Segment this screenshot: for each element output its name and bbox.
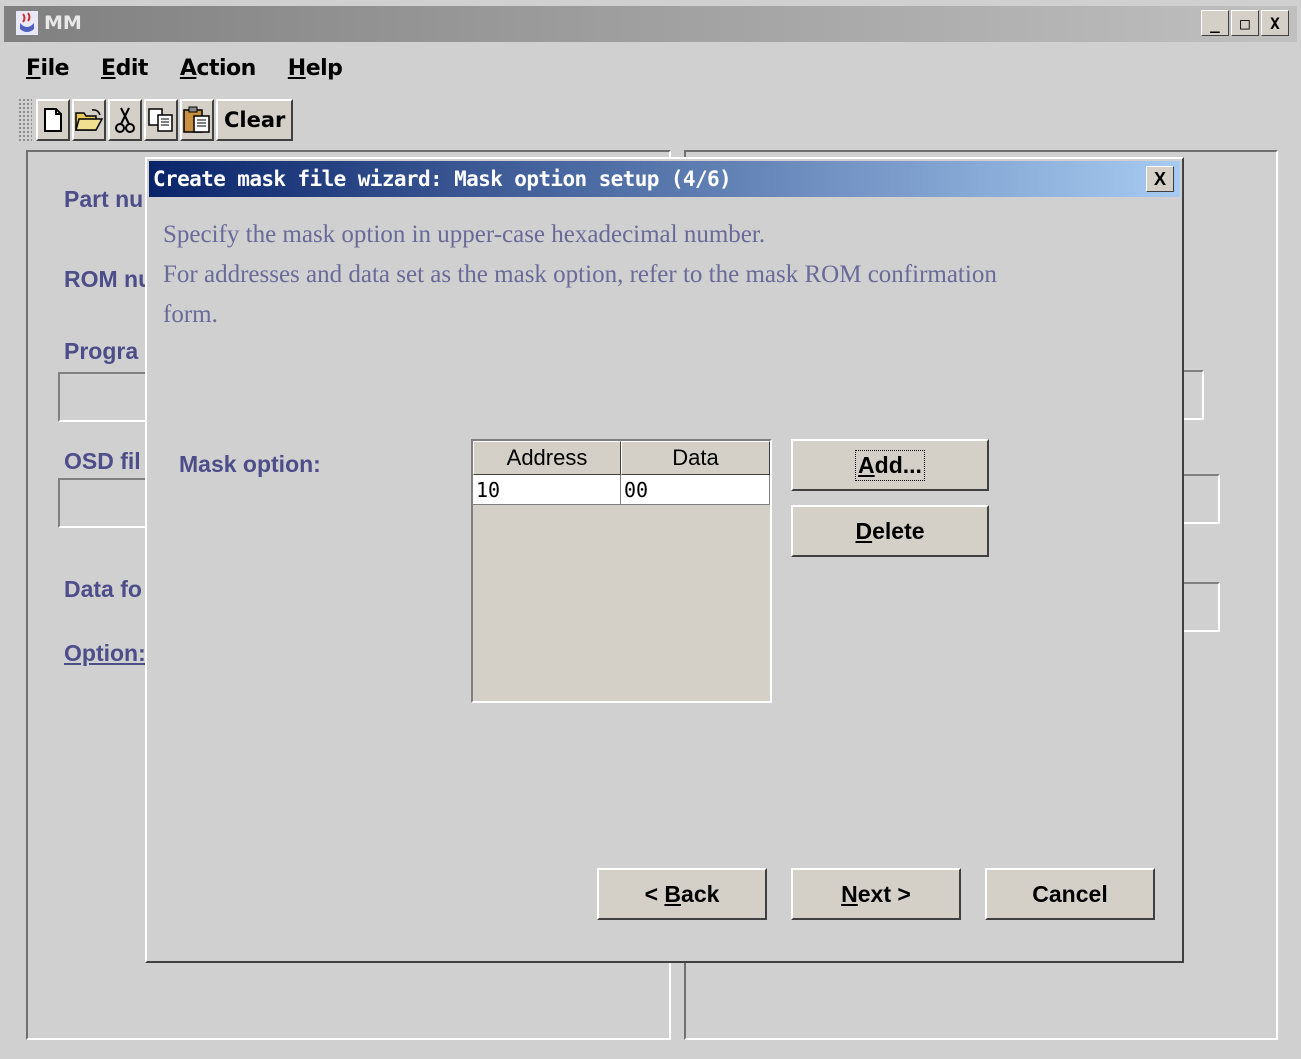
- cancel-button[interactable]: Cancel: [985, 868, 1155, 920]
- mask-option-table[interactable]: Address Data 10 00: [471, 439, 772, 703]
- data-format-label: Data fo: [64, 576, 142, 602]
- program-field[interactable]: [58, 372, 148, 422]
- menu-action[interactable]: Action: [180, 52, 256, 88]
- part-number-label: Part nu: [64, 186, 144, 212]
- new-file-button[interactable]: [36, 99, 70, 141]
- table-row[interactable]: 10 00: [473, 475, 770, 505]
- rom-number-label: ROM nu: [64, 266, 153, 292]
- description-line-3: form.: [163, 301, 218, 328]
- toolbar-grip[interactable]: [18, 98, 32, 142]
- osd-file-field[interactable]: [58, 478, 148, 528]
- window-title: MM: [44, 12, 82, 34]
- dialog-title: Create mask file wizard: Mask option set…: [153, 167, 732, 191]
- menu-edit[interactable]: Edit: [101, 52, 148, 88]
- main-window: MM _ □ X File Edit Action Help Clear Par…: [0, 0, 1301, 1059]
- add-button[interactable]: Add...: [791, 439, 989, 491]
- menubar: File Edit Action Help: [4, 52, 352, 88]
- copy-button[interactable]: [144, 99, 178, 141]
- osd-file-label: OSD fil: [64, 448, 141, 474]
- new-file-icon: [44, 108, 62, 132]
- cut-button[interactable]: [108, 99, 142, 141]
- clear-button[interactable]: Clear: [216, 99, 294, 141]
- menu-help[interactable]: Help: [288, 52, 343, 88]
- table-header: Address Data: [473, 441, 770, 475]
- option-label: Option:: [64, 640, 146, 666]
- scissors-icon: [115, 107, 135, 133]
- address-column-header[interactable]: Address: [473, 441, 621, 475]
- close-window-button[interactable]: X: [1261, 10, 1289, 36]
- copy-icon: [148, 108, 173, 132]
- mask-option-label: Mask option:: [179, 451, 321, 477]
- program-label: Progra: [64, 338, 139, 364]
- mask-option-wizard-dialog: Create mask file wizard: Mask option set…: [145, 157, 1184, 963]
- open-file-button[interactable]: [72, 99, 106, 141]
- data-column-header[interactable]: Data: [621, 441, 770, 475]
- address-cell[interactable]: 10: [473, 475, 621, 505]
- java-app-icon: [16, 11, 38, 35]
- maximize-button[interactable]: □: [1231, 10, 1259, 36]
- paste-icon: [183, 106, 210, 133]
- toolbar: Clear: [18, 96, 295, 144]
- description-line-2: For addresses and data set as the mask o…: [163, 261, 997, 288]
- next-button[interactable]: Next >: [791, 868, 961, 920]
- minimize-button[interactable]: _: [1201, 10, 1229, 36]
- open-folder-icon: [75, 109, 104, 131]
- back-button[interactable]: < Back: [597, 868, 767, 920]
- window-title-bar[interactable]: MM _ □ X: [4, 6, 1297, 42]
- dialog-title-bar[interactable]: Create mask file wizard: Mask option set…: [149, 161, 1180, 197]
- paste-button[interactable]: [180, 99, 214, 141]
- delete-button[interactable]: Delete: [791, 505, 989, 557]
- data-cell[interactable]: 00: [621, 475, 770, 505]
- description-line-1: Specify the mask option in upper-case he…: [163, 221, 766, 248]
- dialog-close-button[interactable]: X: [1146, 166, 1174, 192]
- menu-file[interactable]: File: [26, 52, 70, 88]
